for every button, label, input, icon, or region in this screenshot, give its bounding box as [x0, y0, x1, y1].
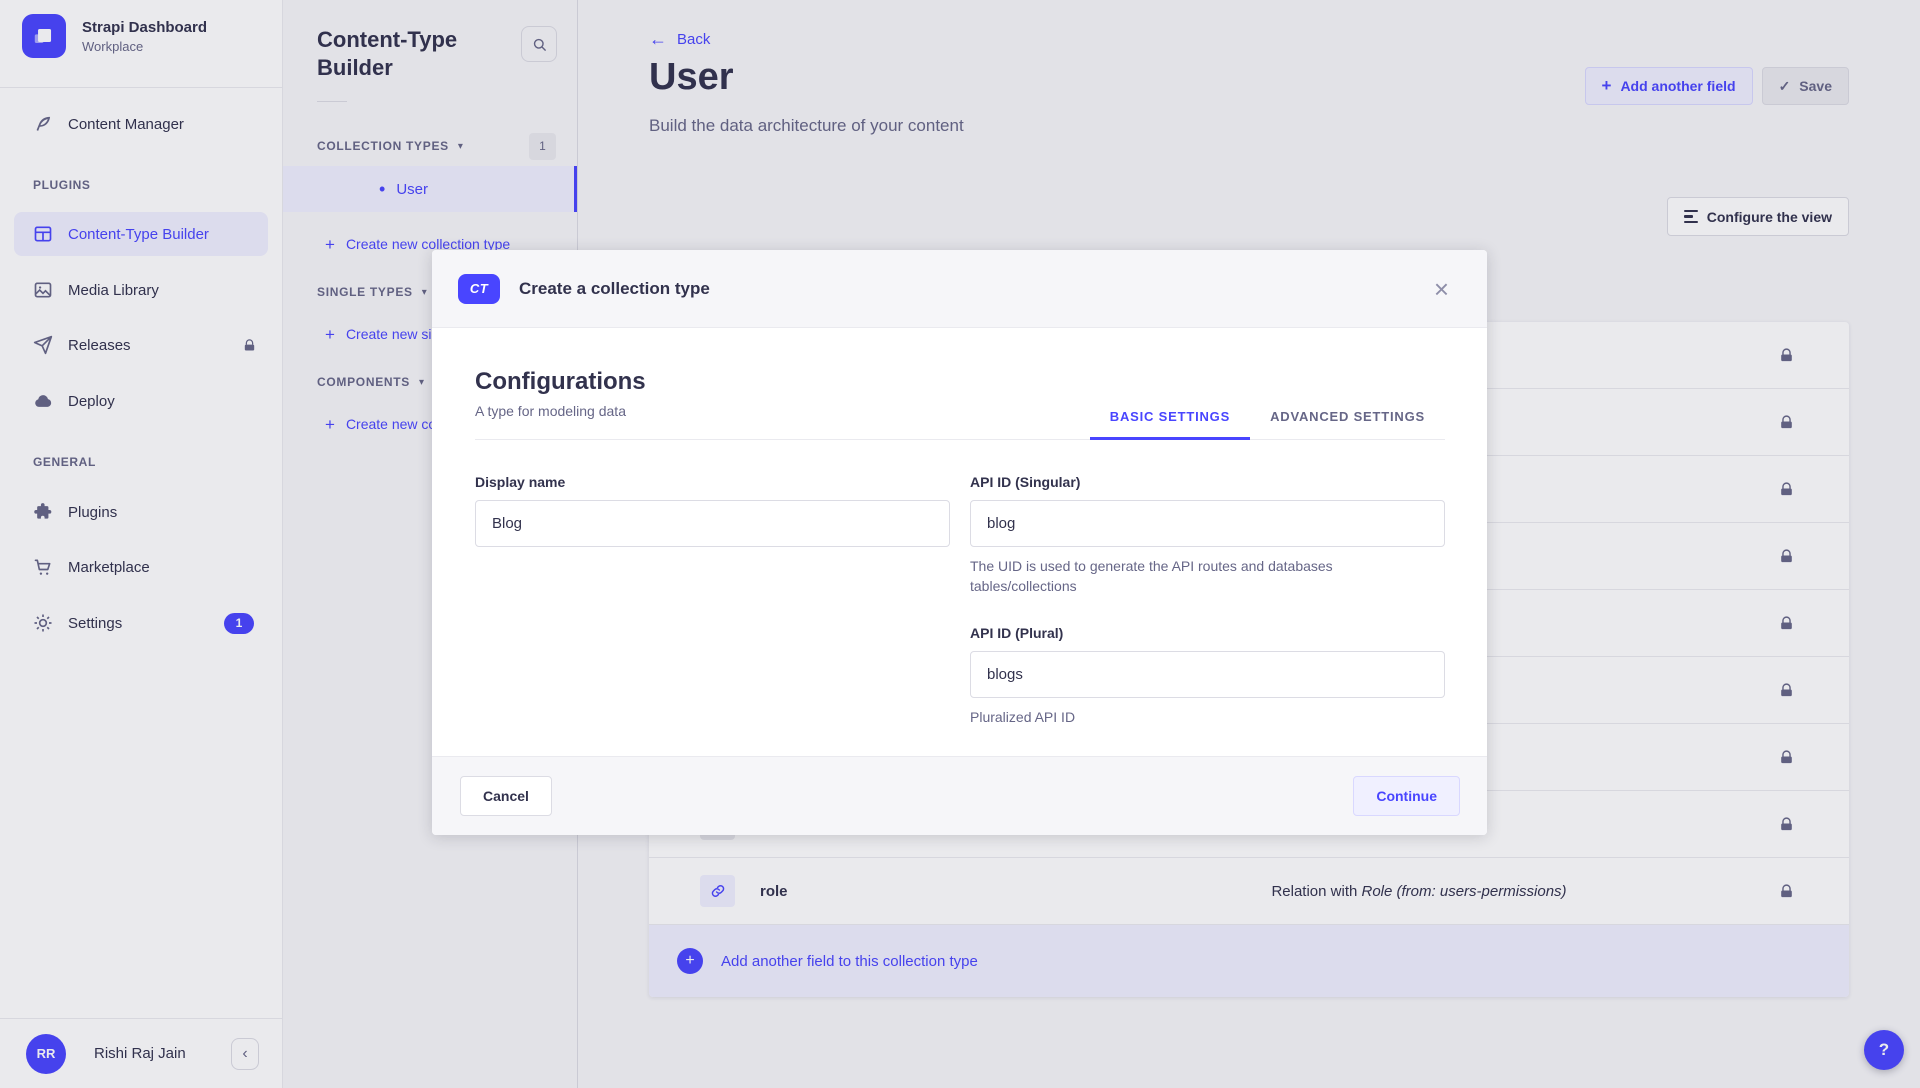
- api-id-plural-label: API ID (Plural): [970, 625, 1445, 641]
- continue-button[interactable]: Continue: [1353, 776, 1460, 816]
- modal-footer: Cancel Continue: [432, 756, 1487, 835]
- modal-tabs: BASIC SETTINGS ADVANCED SETTINGS: [1090, 368, 1445, 440]
- cancel-button[interactable]: Cancel: [460, 776, 552, 816]
- tab-basic-settings[interactable]: BASIC SETTINGS: [1090, 409, 1250, 440]
- api-id-singular-hint: The UID is used to generate the API rout…: [970, 556, 1400, 597]
- tab-advanced-settings[interactable]: ADVANCED SETTINGS: [1250, 409, 1445, 440]
- modal-title: Create a collection type: [519, 279, 710, 299]
- close-modal-button[interactable]: ×: [1434, 276, 1449, 302]
- api-id-singular-label: API ID (Singular): [970, 474, 1445, 490]
- configurations-heading: Configurations: [475, 368, 646, 396]
- display-name-label: Display name: [475, 474, 950, 490]
- modal-body: Configurations A type for modeling data …: [432, 328, 1487, 756]
- display-name-input[interactable]: [475, 500, 950, 547]
- create-collection-type-modal: CT Create a collection type × Configurat…: [432, 250, 1487, 835]
- close-icon: ×: [1434, 274, 1449, 304]
- configurations-subheading: A type for modeling data: [475, 403, 646, 439]
- ct-badge: CT: [458, 274, 500, 304]
- api-id-plural-hint: Pluralized API ID: [970, 707, 1400, 727]
- api-id-singular-input[interactable]: [970, 500, 1445, 547]
- modal-header: CT Create a collection type ×: [432, 250, 1487, 328]
- api-id-plural-input[interactable]: [970, 651, 1445, 698]
